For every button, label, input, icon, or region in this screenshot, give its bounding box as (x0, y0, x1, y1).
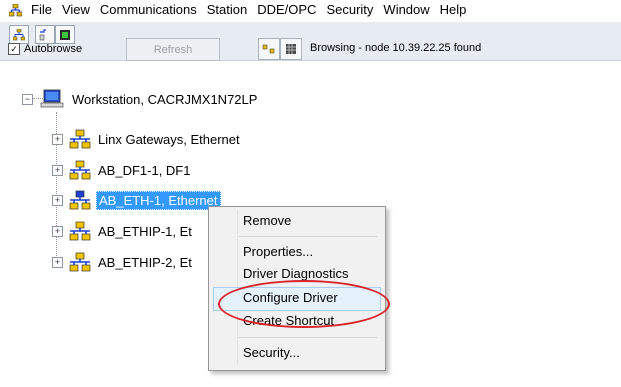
network-driver-icon (69, 190, 91, 210)
menu-communications[interactable]: Communications (95, 0, 202, 20)
menu-item-security[interactable]: Security... (243, 343, 300, 363)
menu-separator (239, 337, 377, 338)
tree-node-ab-ethip-2[interactable]: + AB_ETHIP-2, Et (52, 251, 194, 273)
toolbar-row-browse: ✓ Autobrowse Refresh Browsing - node 10.… (0, 38, 621, 61)
tree-node-ab-df1-1[interactable]: + AB_DF1-1, DF1 (52, 159, 192, 181)
expand-icon[interactable]: + (52, 225, 63, 237)
workstation-icon (39, 89, 65, 109)
menu-file[interactable]: File (26, 0, 57, 20)
network-driver-icon (69, 221, 91, 241)
tree-node-label: Linx Gateways, Ethernet (98, 131, 240, 147)
tree-node-label-selected: AB_ETH-1, Ethernet (96, 190, 221, 210)
network-driver-icon (69, 160, 91, 180)
autobrowse-checkbox[interactable]: ✓ (8, 43, 20, 55)
tree-node-label: AB_ETHIP-2, Et (98, 254, 192, 270)
autobrowse-label: Autobrowse (24, 43, 83, 55)
expand-icon[interactable]: + (52, 133, 63, 145)
network-driver-icon (69, 252, 91, 272)
tree-node-label: AB_DF1-1, DF1 (98, 162, 191, 178)
collapse-icon[interactable]: − (22, 93, 33, 105)
menu-view[interactable]: View (57, 0, 95, 20)
menu-separator (239, 236, 377, 237)
highlight-annotation-ellipse (218, 280, 390, 328)
toolbar: ✓ Autobrowse Refresh Browsing - node 10.… (0, 22, 621, 61)
tree-root-row[interactable]: − Workstation, CACRJMX1N72LP (22, 88, 259, 110)
menu-window[interactable]: Window (378, 0, 434, 20)
menu-help[interactable]: Help (435, 0, 472, 20)
expand-icon[interactable]: + (52, 256, 63, 268)
refresh-button[interactable]: Refresh (126, 38, 220, 61)
tree-node-ab-ethip-1[interactable]: + AB_ETHIP-1, Et (52, 220, 194, 242)
menubar: File View Communications Station DDE/OPC… (0, 0, 621, 20)
tree-node-label: AB_ETHIP-1, Et (98, 223, 192, 239)
expand-icon[interactable]: + (52, 164, 63, 176)
autobrowse-checkbox-wrap[interactable]: ✓ Autobrowse (8, 40, 82, 58)
menu-station[interactable]: Station (202, 0, 252, 20)
menu-dde-opc[interactable]: DDE/OPC (252, 0, 321, 20)
tree-node-linx-gateways[interactable]: + Linx Gateways, Ethernet (52, 128, 242, 150)
tree-root-label: Workstation, CACRJMX1N72LP (72, 91, 258, 107)
network-app-icon (8, 3, 23, 17)
view-icons-icon[interactable] (258, 38, 280, 60)
network-driver-icon (69, 129, 91, 149)
browse-status-text: Browsing - node 10.39.22.25 found (310, 42, 482, 54)
menu-item-properties[interactable]: Properties... (243, 242, 313, 262)
tree-node-ab-eth-1[interactable]: + AB_ETH-1, Ethernet (52, 189, 221, 211)
menu-security[interactable]: Security (321, 0, 378, 20)
menu-item-remove[interactable]: Remove (243, 211, 291, 231)
view-list-icon[interactable] (280, 38, 302, 60)
status-separator (301, 38, 302, 58)
expand-icon[interactable]: + (52, 194, 63, 206)
